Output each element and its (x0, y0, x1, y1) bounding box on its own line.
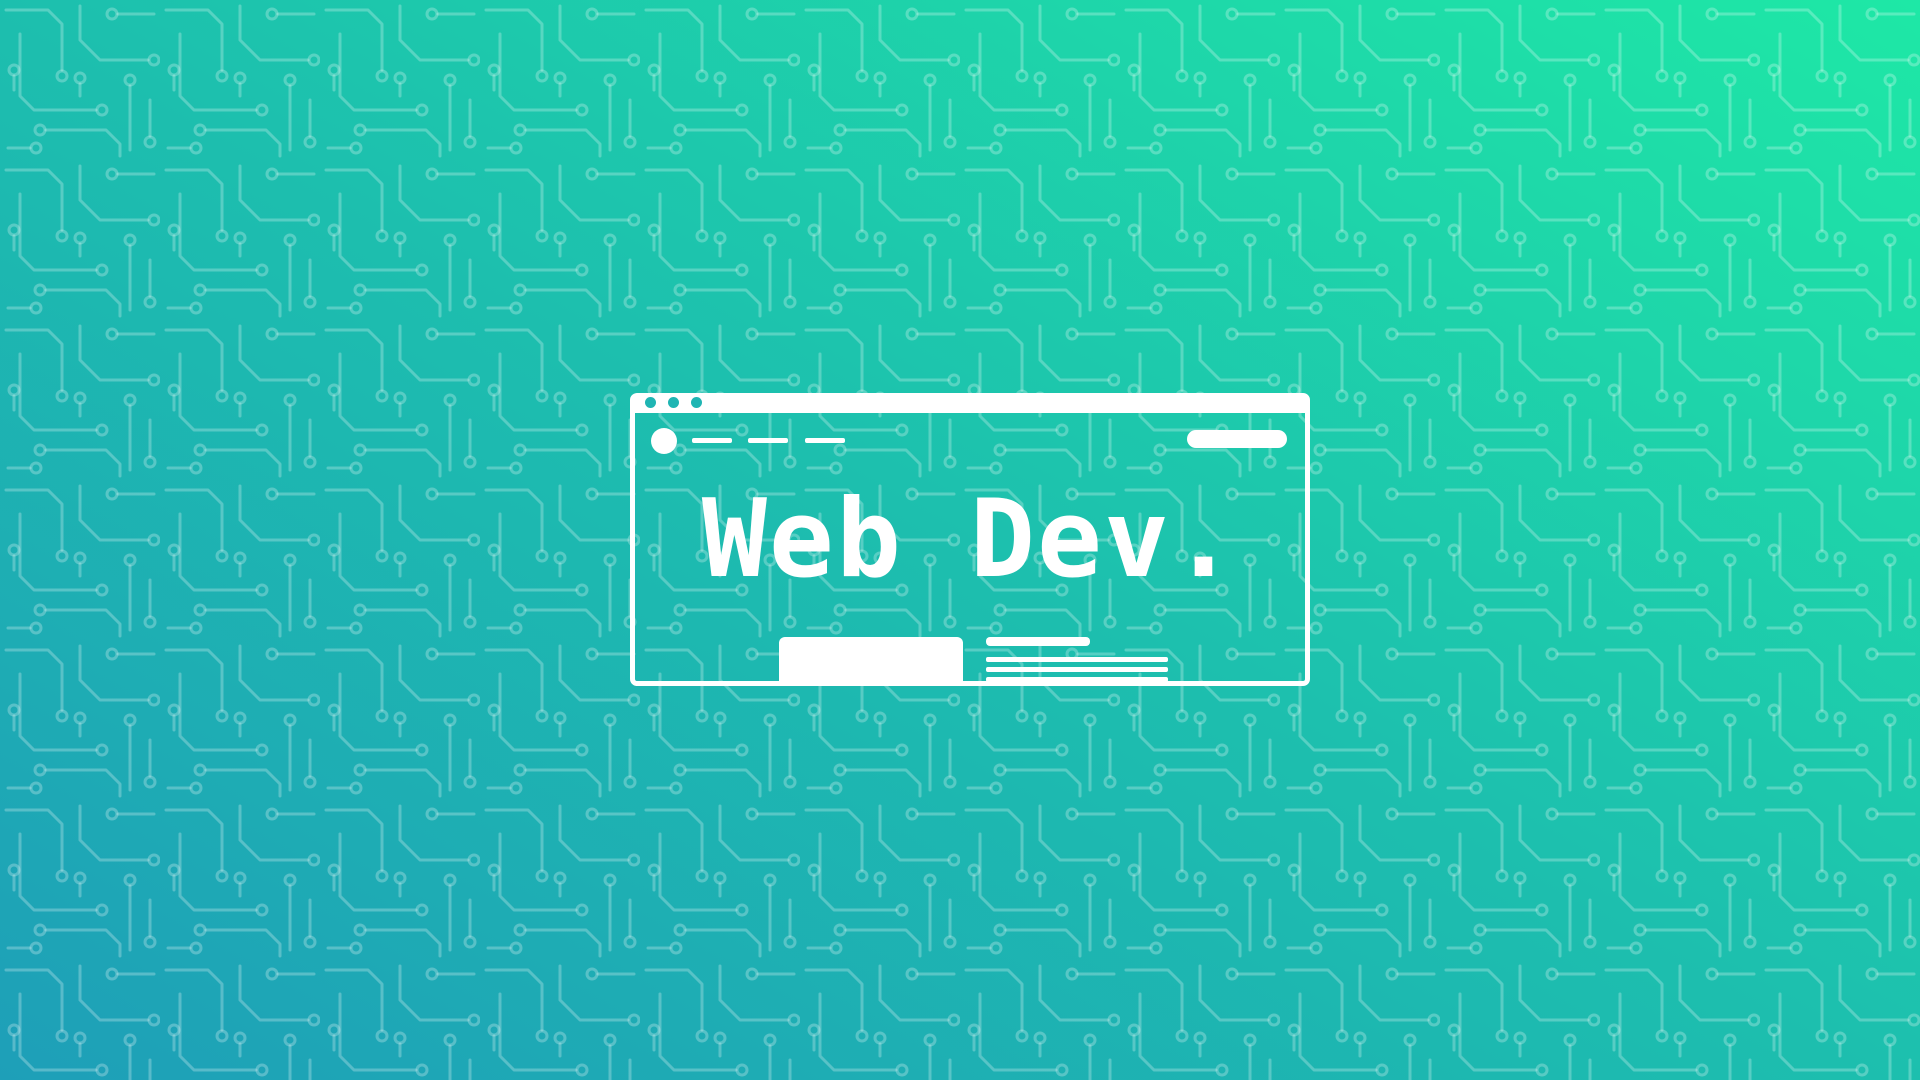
hero-button-placeholder (779, 637, 963, 681)
text-placeholder-line (986, 637, 1090, 646)
text-placeholder-line (986, 677, 1168, 682)
window-dot-icon (668, 397, 679, 408)
nav-pill-placeholder (1187, 430, 1287, 448)
text-placeholder-line (986, 667, 1168, 672)
nav-placeholder-dash (805, 438, 845, 443)
circle-logo-icon (651, 428, 677, 454)
window-dot-icon (645, 397, 656, 408)
window-dot-icon (691, 397, 702, 408)
hero-title: Web Dev. (701, 477, 1239, 602)
browser-window-illustration: Web Dev. (630, 393, 1310, 686)
text-placeholder-line (986, 657, 1168, 662)
nav-placeholder-dash (692, 438, 732, 443)
nav-placeholder-dash (748, 438, 788, 443)
